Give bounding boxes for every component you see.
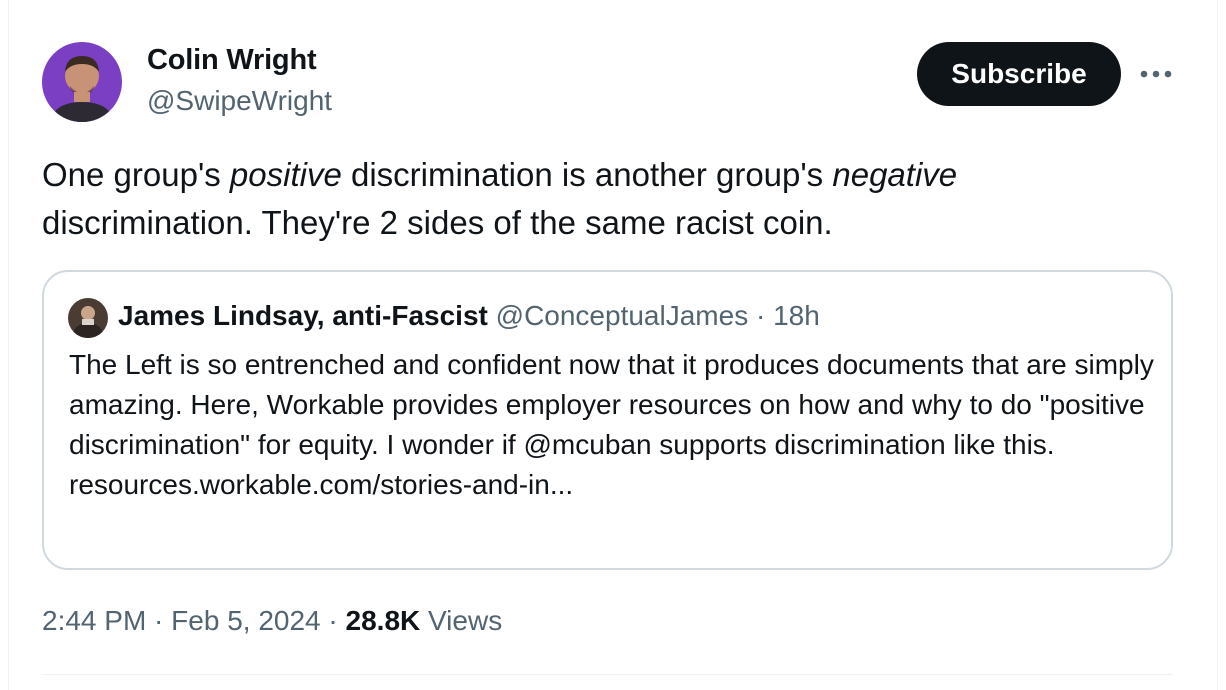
more-options-button[interactable] xyxy=(1138,60,1174,88)
subscribe-button[interactable]: Subscribe xyxy=(917,42,1121,106)
quoted-tweet-time[interactable]: 18h xyxy=(773,300,820,331)
more-horizontal-icon xyxy=(1140,70,1172,78)
divider xyxy=(42,674,1173,675)
quoted-tweet-link[interactable]: resources.workable.com/stories-and-in... xyxy=(69,469,573,500)
tweet-text-part: discrimination. They're 2 sides of the s… xyxy=(42,204,833,241)
author-name[interactable]: Colin Wright xyxy=(147,44,317,77)
tweet-date[interactable]: Feb 5, 2024 xyxy=(171,605,320,636)
quoted-tweet-card[interactable]: James Lindsay, anti-Fascist @ConceptualJ… xyxy=(42,270,1173,570)
tweet-text-part: One group's xyxy=(42,156,230,193)
meta-separator: · xyxy=(146,605,172,636)
tweet-text-emphasis-positive: positive xyxy=(229,156,342,193)
quoted-tweet-text: The Left is so entrenched and confident … xyxy=(69,349,1154,460)
quoted-author-handle[interactable]: @ConceptualJames xyxy=(496,300,749,331)
tweet-text-part: discrimination is another group's xyxy=(341,156,833,193)
tweet-metadata: 2:44 PM · Feb 5, 2024 · 28.8K Views xyxy=(42,605,502,637)
author-avatar[interactable] xyxy=(42,42,122,122)
views-count: 28.8K xyxy=(345,605,421,636)
views-label: Views xyxy=(428,605,503,636)
tweet-text-emphasis-negative: negative xyxy=(832,156,958,193)
quoted-author-avatar[interactable] xyxy=(68,298,108,338)
quoted-author-name[interactable]: James Lindsay, anti-Fascist xyxy=(118,300,488,331)
meta-separator: · xyxy=(320,605,346,636)
tweet-text: One group's positive discrimination is a… xyxy=(42,151,1162,247)
quoted-tweet-header: James Lindsay, anti-Fascist @ConceptualJ… xyxy=(118,300,820,332)
author-handle[interactable]: @SwipeWright xyxy=(147,85,332,117)
meta-separator: · xyxy=(755,300,766,331)
quoted-tweet-body: The Left is so entrenched and confident … xyxy=(69,345,1154,505)
tweet-time[interactable]: 2:44 PM xyxy=(42,605,146,636)
